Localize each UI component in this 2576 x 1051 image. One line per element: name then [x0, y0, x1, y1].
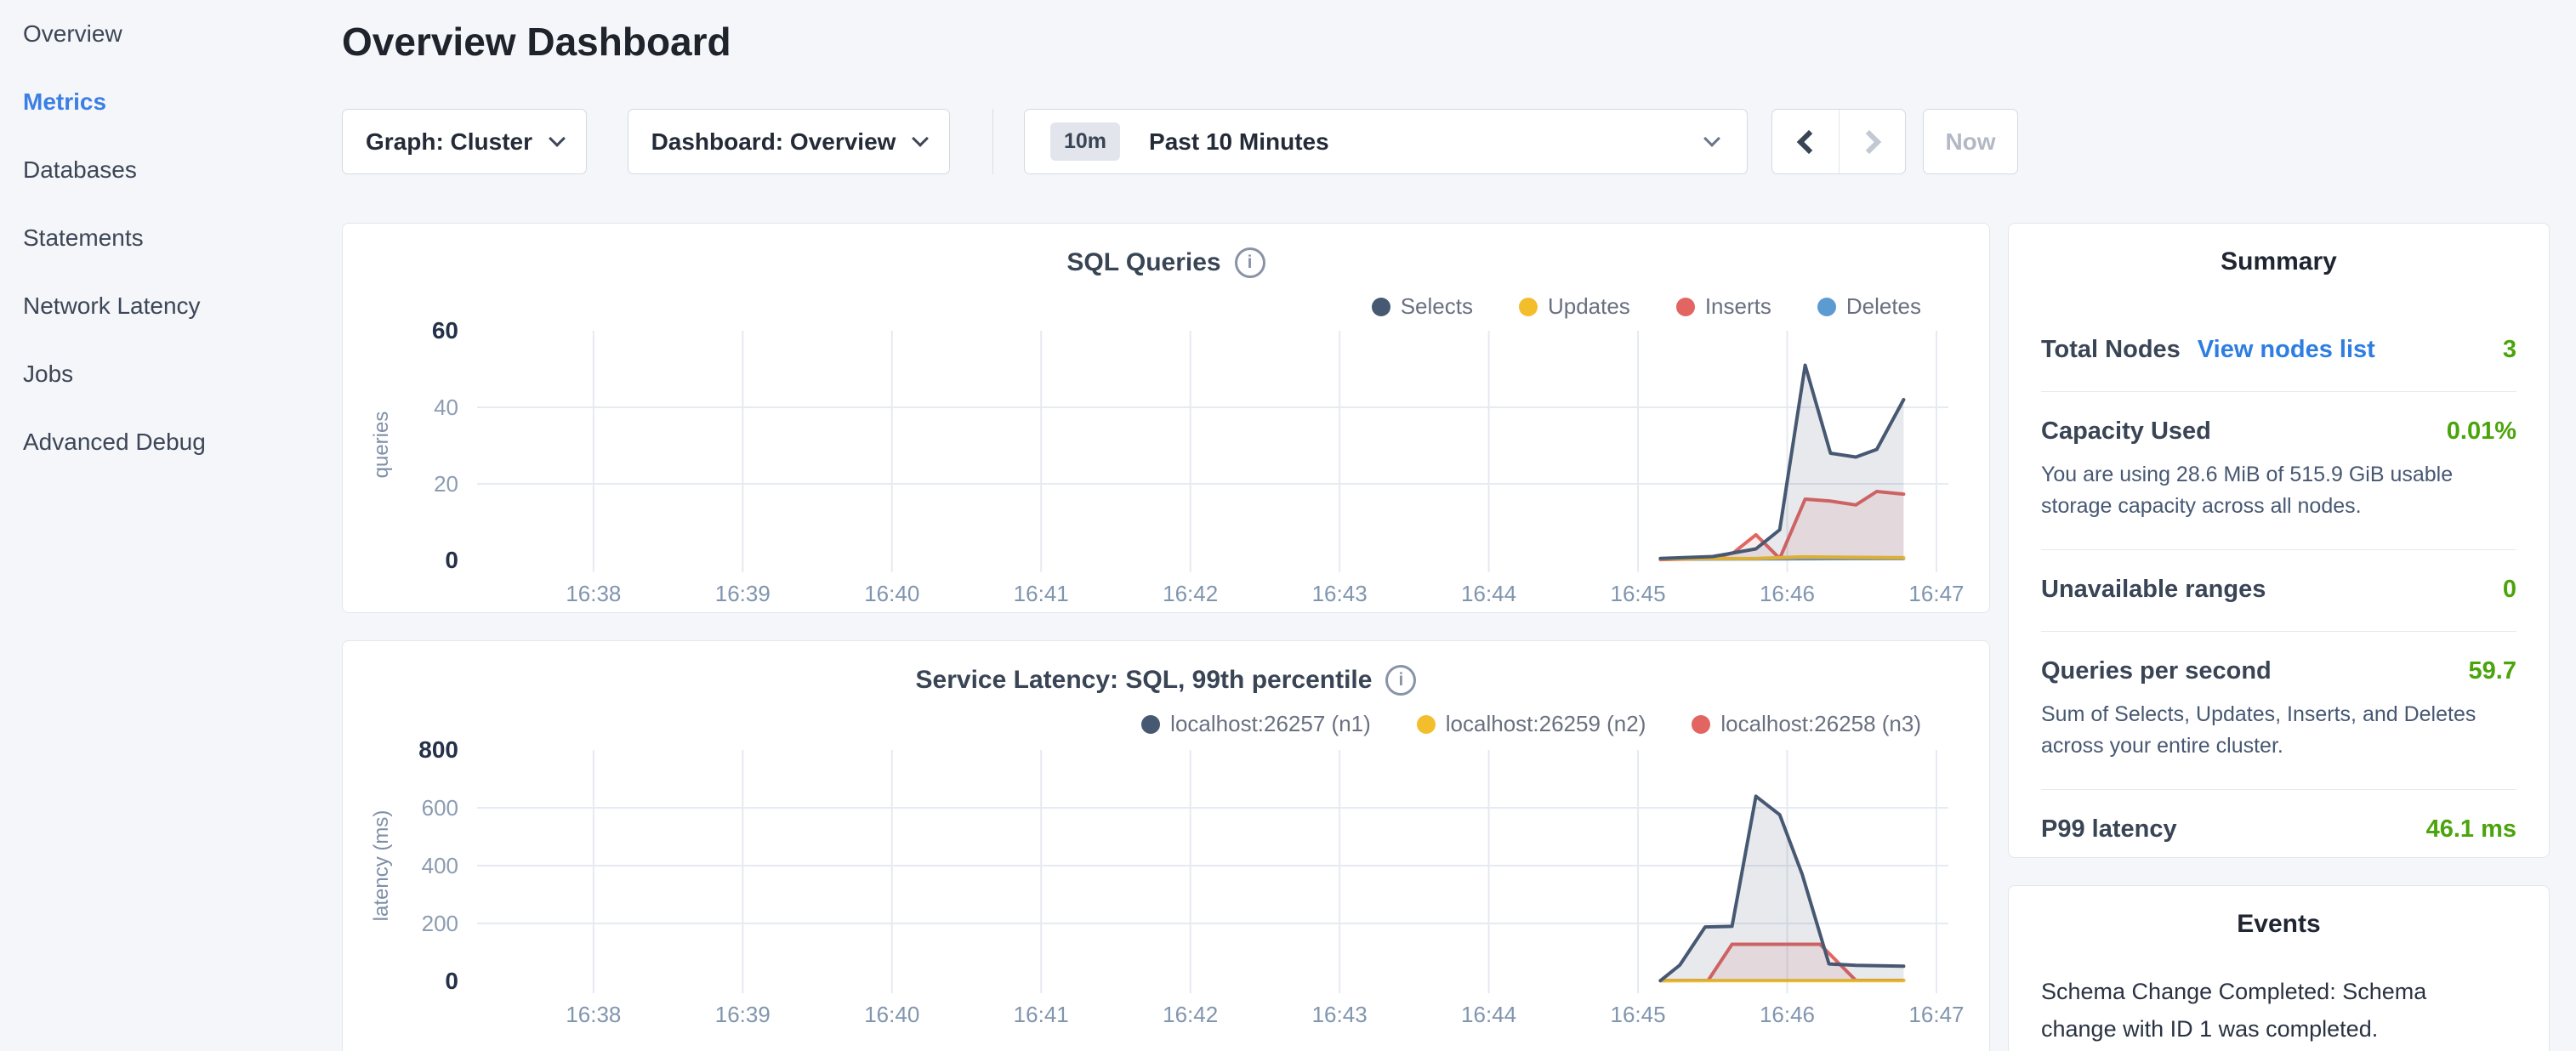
svg-text:16:43: 16:43 — [1312, 1002, 1368, 1027]
chevron-left-icon — [1797, 129, 1821, 153]
svg-text:16:46: 16:46 — [1760, 1002, 1815, 1027]
chevron-down-icon — [913, 130, 930, 147]
svg-text:16:45: 16:45 — [1611, 1002, 1666, 1027]
capacity-description: You are using 28.6 MiB of 515.9 GiB usab… — [2041, 459, 2516, 522]
graph-scope-dropdown[interactable]: Graph: Cluster — [342, 109, 587, 174]
event-text: Schema Change Completed: Schema change w… — [2041, 973, 2441, 1048]
event-item: Schema Change Completed: Schema change w… — [2041, 973, 2516, 1051]
toolbar: Graph: Cluster Dashboard: Overview 10m P… — [342, 109, 2018, 174]
service-latency-chart-card: Service Latency: SQL, 99th percentilei l… — [342, 640, 1990, 1051]
page-title: Overview Dashboard — [342, 19, 731, 65]
svg-text:16:45: 16:45 — [1611, 581, 1666, 606]
svg-text:16:40: 16:40 — [864, 581, 919, 606]
dashboard-label: Dashboard: Overview — [651, 128, 896, 156]
summary-row-qps: Queries per second 59.7 Sum of Selects, … — [2041, 632, 2516, 790]
svg-text:16:40: 16:40 — [864, 1002, 919, 1027]
svg-text:16:41: 16:41 — [1014, 1002, 1069, 1027]
summary-panel: Summary Total Nodes View nodes list 3 Ca… — [2008, 223, 2550, 858]
toolbar-divider — [992, 109, 993, 174]
time-step-forward-button[interactable] — [1839, 110, 1905, 173]
summary-row-total-nodes: Total Nodes View nodes list 3 — [2041, 310, 2516, 392]
dashboard-dropdown[interactable]: Dashboard: Overview — [628, 109, 950, 174]
qps-value: 59.7 — [2469, 657, 2516, 685]
sidebar-item-network-latency[interactable]: Network Latency — [0, 272, 338, 340]
svg-text:16:42: 16:42 — [1163, 1002, 1218, 1027]
time-step-back-button[interactable] — [1772, 110, 1839, 173]
svg-text:16:47: 16:47 — [1908, 1002, 1964, 1027]
unavailable-ranges-value: 0 — [2503, 576, 2516, 604]
sql-queries-chart: 16:38 16:39 16:40 16:41 16:42 16:43 16:44 16:45… — [343, 224, 1991, 614]
time-range-dropdown[interactable]: 10m Past 10 Minutes — [1024, 109, 1748, 174]
svg-text:16:38: 16:38 — [566, 1002, 621, 1027]
summary-row-p99: P99 latency 46.1 ms — [2041, 790, 2516, 871]
events-title: Events — [2041, 910, 2516, 939]
time-range-badge: 10m — [1050, 122, 1120, 161]
sidebar-list: OverviewMetricsDatabasesStatementsNetwor… — [0, 0, 338, 476]
svg-text:16:39: 16:39 — [715, 581, 771, 606]
chevron-down-icon — [549, 130, 566, 147]
graph-scope-label: Graph: Cluster — [366, 128, 532, 156]
sidebar-item-jobs[interactable]: Jobs — [0, 340, 338, 408]
summary-rows: Total Nodes View nodes list 3 Capacity U… — [2041, 310, 2516, 871]
sidebar-item-databases[interactable]: Databases — [0, 136, 338, 204]
svg-text:40: 40 — [434, 395, 458, 420]
sidebar-item-overview[interactable]: Overview — [0, 0, 338, 68]
svg-text:16:42: 16:42 — [1163, 581, 1218, 606]
svg-text:800: 800 — [418, 736, 458, 763]
metrics-page: OverviewMetricsDatabasesStatementsNetwor… — [0, 0, 2576, 1051]
sql-queries-chart-card: SQL Queriesi SelectsUpdatesInsertsDelete… — [342, 223, 1990, 613]
service-latency-chart: 16:38 16:39 16:40 16:41 16:42 16:43 16:44 16:45… — [343, 641, 1991, 1051]
svg-text:16:39: 16:39 — [715, 1002, 771, 1027]
summary-row-unavailable-ranges: Unavailable ranges 0 — [2041, 550, 2516, 632]
time-range-label: Past 10 Minutes — [1149, 128, 1329, 156]
sidebar-item-statements[interactable]: Statements — [0, 204, 338, 272]
svg-text:20: 20 — [434, 471, 458, 497]
svg-text:16:43: 16:43 — [1312, 581, 1368, 606]
svg-text:16:38: 16:38 — [566, 581, 621, 606]
summary-title: Summary — [2041, 247, 2516, 276]
capacity-used-value: 0.01% — [2447, 418, 2516, 446]
sidebar-nav: OverviewMetricsDatabasesStatementsNetwor… — [0, 0, 338, 1051]
svg-text:600: 600 — [422, 795, 458, 821]
svg-text:16:47: 16:47 — [1908, 581, 1964, 606]
summary-row-capacity: Capacity Used 0.01% You are using 28.6 M… — [2041, 392, 2516, 550]
svg-text:16:46: 16:46 — [1760, 581, 1815, 606]
svg-text:200: 200 — [422, 911, 458, 936]
time-step-buttons — [1771, 109, 1906, 174]
now-button[interactable]: Now — [1923, 109, 2018, 174]
total-nodes-value: 3 — [2503, 336, 2516, 364]
view-nodes-list-link[interactable]: View nodes list — [2198, 336, 2375, 364]
svg-text:400: 400 — [422, 853, 458, 878]
chevron-down-icon — [1703, 130, 1720, 147]
chevron-right-icon — [1857, 129, 1880, 153]
svg-text:60: 60 — [432, 317, 458, 344]
p99-latency-value: 46.1 ms — [2426, 815, 2516, 844]
sidebar-item-advanced-debug[interactable]: Advanced Debug — [0, 408, 338, 476]
svg-text:0: 0 — [445, 547, 458, 573]
events-panel: Events Schema Change Completed: Schema c… — [2008, 885, 2550, 1051]
svg-text:16:41: 16:41 — [1014, 581, 1069, 606]
sidebar-item-metrics[interactable]: Metrics — [0, 68, 338, 136]
qps-description: Sum of Selects, Updates, Inserts, and De… — [2041, 699, 2516, 762]
svg-text:0: 0 — [445, 968, 458, 994]
svg-text:16:44: 16:44 — [1461, 1002, 1516, 1027]
svg-text:16:44: 16:44 — [1461, 581, 1516, 606]
